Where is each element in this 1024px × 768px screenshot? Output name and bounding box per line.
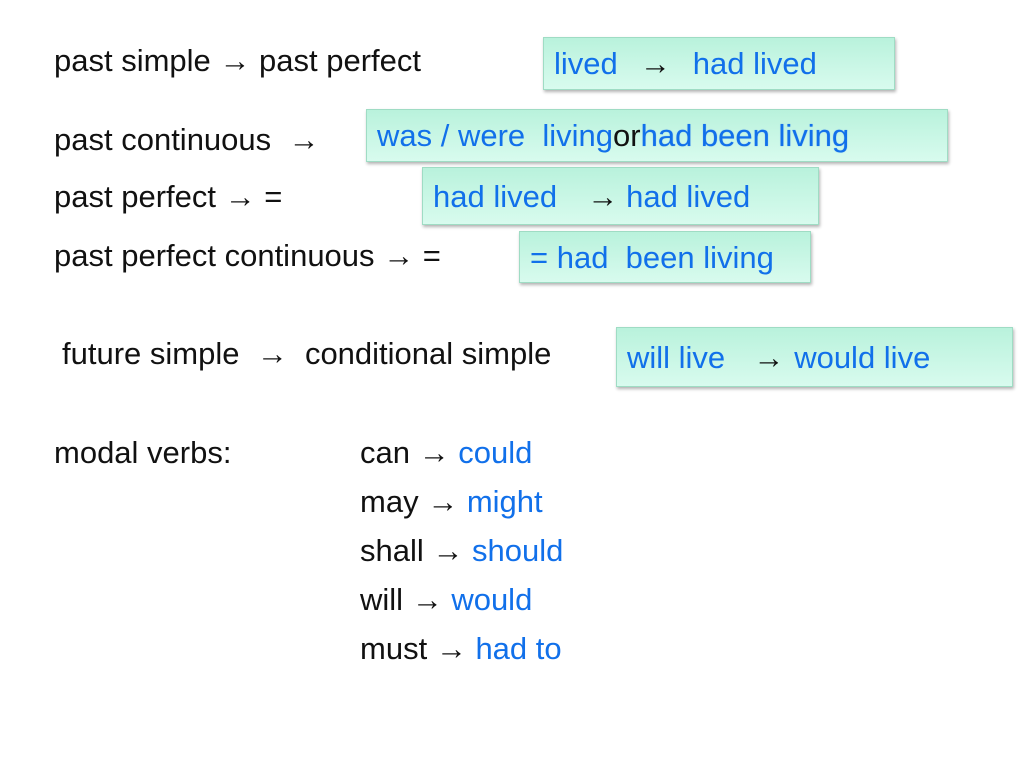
arrow-right-icon: → [587,178,619,214]
arrow-right-icon: → [256,336,288,371]
arrow-right-icon: → [639,46,671,81]
label: past perfect [54,179,216,214]
option-1: was / were living [377,118,614,153]
value: = had been living [530,239,774,275]
from: may [360,484,419,519]
arrow-right-icon: → [383,238,415,273]
or: or [613,118,641,153]
arrow-right-icon: → [435,631,467,666]
to: would live [794,339,931,375]
to: might [466,484,543,519]
from: shall [360,533,424,568]
to: had to [475,631,562,666]
box-past-continuous: was / were living or had been living [366,109,948,162]
box-past-perfect: had lived → had lived [422,167,819,225]
target: conditional simple [304,336,552,371]
row-past-perfect: past perfect → = [54,181,282,212]
from: must [360,631,428,666]
box-past-perfect-continuous: = had been living [519,231,811,283]
modal-verbs-label: modal verbs: [54,435,232,470]
option-2: had been living [640,118,850,153]
label: past simple [54,43,211,78]
modal-item: may → might [360,486,543,517]
from: had lived [433,178,558,214]
to: had lived [626,178,751,214]
label: future simple [62,336,240,371]
arrow-right-icon: → [432,533,464,568]
row-past-perfect-continuous: past perfect continuous → = [54,240,441,271]
label: past continuous [54,122,272,157]
box-future-simple: will live → would live [616,327,1013,387]
arrow-right-icon: → [418,435,450,470]
modal-item: will → would [360,584,532,615]
equals: = [264,179,283,214]
box-past-simple: lived → had lived [543,37,895,90]
arrow-right-icon: → [224,179,256,214]
target: past perfect [259,43,422,78]
arrow-right-icon: → [753,339,785,375]
modal-item: shall → should [360,535,563,566]
to: should [472,533,564,568]
from: will live [627,339,726,375]
arrow-right-icon: → [411,582,443,617]
arrow-right-icon: → [288,122,320,157]
modal-item: must → had to [360,633,562,664]
to: had lived [692,46,817,81]
from: can [360,435,410,470]
to: could [458,435,533,470]
row-past-continuous: past continuous → [54,124,319,155]
arrow-right-icon: → [219,43,251,78]
from: will [360,582,404,617]
from: lived [554,46,618,81]
row-future-simple: future simple → conditional simple [62,338,551,369]
to: would [451,582,533,617]
equals: = [422,238,441,273]
label: past perfect continuous [54,238,375,273]
row-past-simple: past simple → past perfect [54,45,421,76]
arrow-right-icon: → [427,484,459,519]
modal-item: can → could [360,437,532,468]
